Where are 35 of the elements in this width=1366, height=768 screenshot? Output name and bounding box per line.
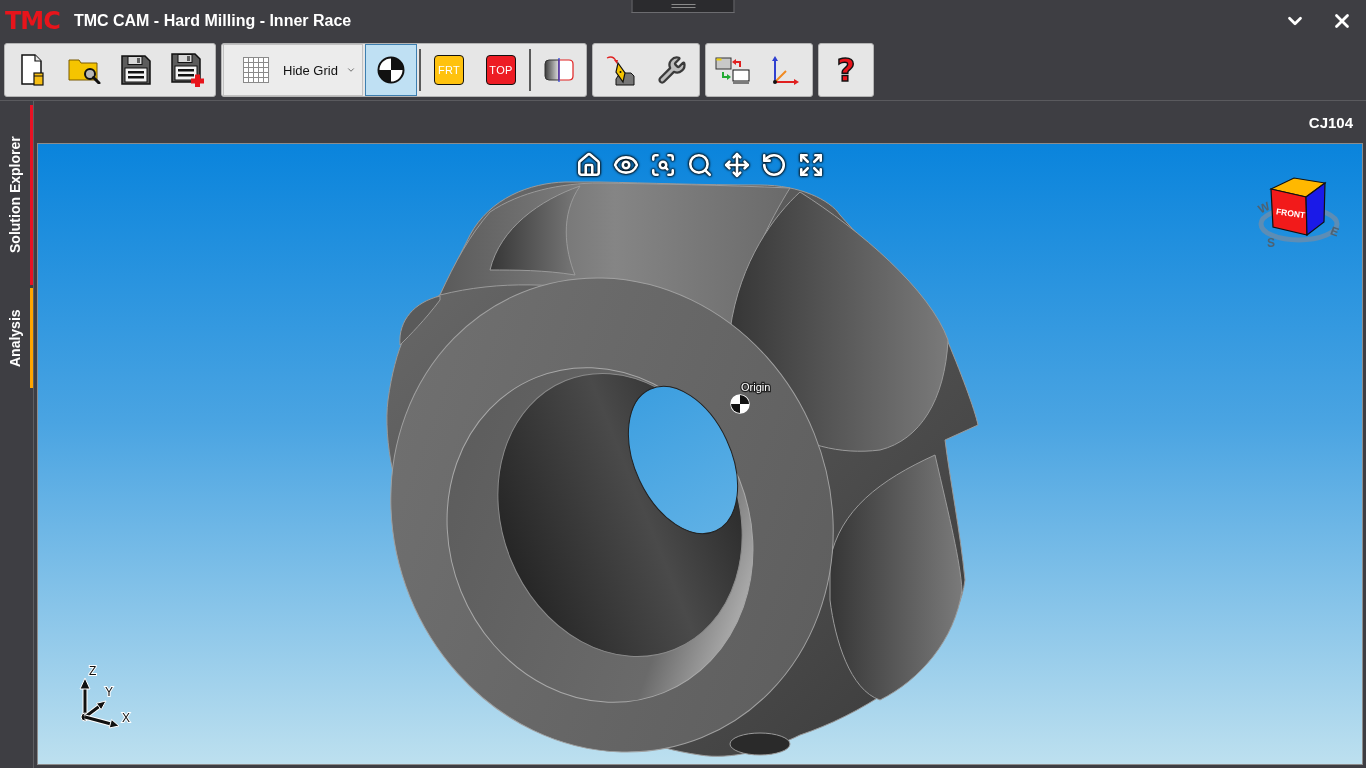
help-button[interactable]: ? bbox=[820, 44, 872, 96]
rotate-icon[interactable] bbox=[761, 152, 787, 178]
cube-face-label: FRONT bbox=[1275, 206, 1306, 221]
axes-icon bbox=[771, 55, 799, 85]
side-tab[interactable]: Analysis bbox=[0, 288, 33, 388]
cutting-tool-icon bbox=[605, 54, 635, 86]
save-plus-icon bbox=[171, 53, 205, 87]
origin-toggle-button[interactable] bbox=[365, 44, 417, 96]
viewport-canvas[interactable]: Origin W E S FRONT Z Y X bbox=[37, 143, 1363, 765]
axis-label: Z bbox=[89, 664, 97, 678]
window-title: TMC CAM - Hard Milling - Inner Race bbox=[73, 12, 352, 30]
top-view-button[interactable]: TOP bbox=[486, 55, 516, 85]
app-logo: TMC bbox=[5, 9, 60, 33]
side-tab[interactable]: Solution Explorer bbox=[0, 105, 33, 285]
home-icon[interactable] bbox=[576, 152, 602, 178]
origin-marker-icon[interactable] bbox=[730, 394, 750, 414]
move-icon[interactable] bbox=[724, 152, 750, 178]
section-view-icon bbox=[544, 57, 574, 83]
save-icon bbox=[121, 55, 151, 85]
grid-icon bbox=[243, 57, 269, 83]
folder-search-icon bbox=[67, 56, 101, 84]
axis-label: X bbox=[122, 711, 130, 725]
wrench-icon bbox=[657, 55, 687, 85]
search-icon[interactable] bbox=[687, 152, 713, 178]
window-swap-icon bbox=[715, 56, 751, 84]
axis-label: Y bbox=[105, 685, 113, 699]
document-name: CJ104 bbox=[1308, 113, 1353, 131]
hide-grid-button[interactable]: Hide Grid bbox=[223, 44, 363, 96]
drag-handle[interactable] bbox=[631, 0, 735, 13]
caret-icon bbox=[346, 65, 356, 75]
origin-label: Origin bbox=[741, 381, 771, 393]
origin-icon bbox=[377, 56, 405, 84]
expand-icon[interactable] bbox=[798, 152, 824, 178]
zoom-window-icon[interactable] bbox=[650, 152, 676, 178]
new-file-icon bbox=[20, 54, 44, 86]
